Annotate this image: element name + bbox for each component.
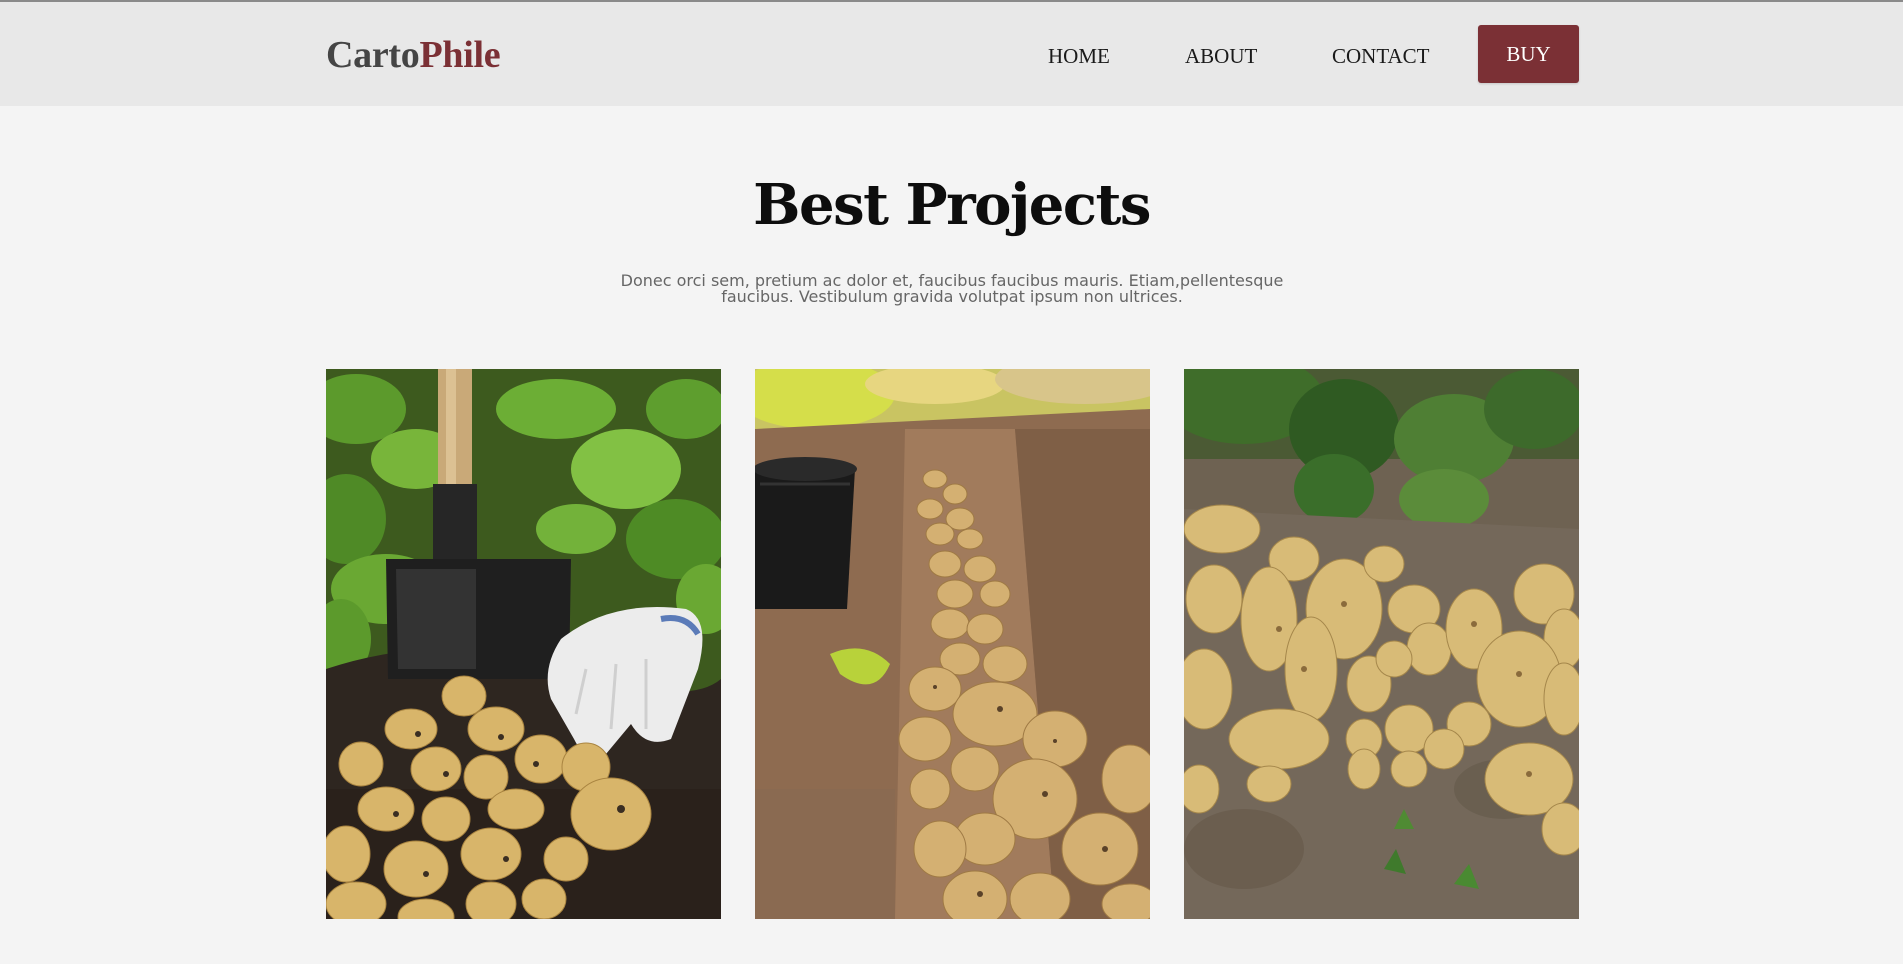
site-header: CartoPhile HOME ABOUT CONTACT BUY	[0, 2, 1903, 106]
project-card-3[interactable]	[1184, 369, 1579, 919]
potato-furrow-with-bucket-photo	[755, 369, 1150, 919]
nav-contact-link[interactable]: CONTACT	[1332, 42, 1429, 70]
nav-about-link[interactable]: ABOUT	[1185, 42, 1257, 70]
section-title: Best Projects	[753, 172, 1151, 238]
buy-button[interactable]: BUY	[1478, 25, 1579, 83]
section-description: Donec orci sem, pretium ac dolor et, fau…	[620, 271, 1284, 306]
potatoes-on-soil-photo	[1184, 369, 1579, 919]
project-card-2[interactable]	[755, 369, 1150, 919]
nav-home-link[interactable]: HOME	[1048, 42, 1110, 70]
project-card-1[interactable]	[326, 369, 721, 919]
main-nav: HOME ABOUT CONTACT BUY	[0, 2, 1903, 106]
potatoes-with-shovel-photo	[326, 369, 721, 919]
